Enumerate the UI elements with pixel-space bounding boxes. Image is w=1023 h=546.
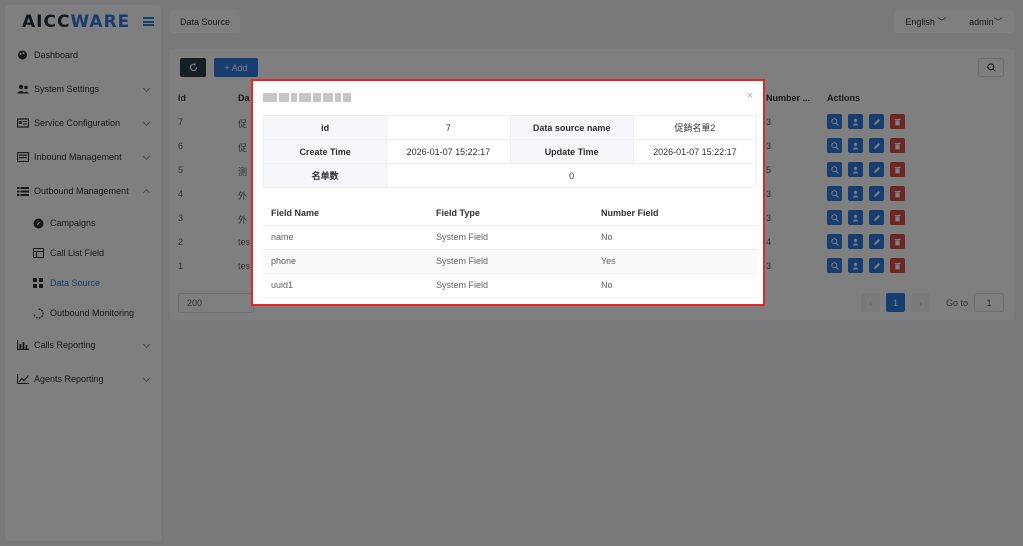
detail-label: Data source name <box>509 115 634 140</box>
table-cell: No <box>593 225 757 250</box>
table-row: phone System Field Yes <box>263 249 757 274</box>
table-cell: uuid1 <box>263 273 428 298</box>
table-cell: No <box>593 273 757 298</box>
detail-value: 促銷名單2 <box>632 115 758 140</box>
detail-value: 2026-01-07 15:22:17 <box>632 139 758 164</box>
table-cell: Yes <box>593 249 757 274</box>
detail-value: 7 <box>386 115 511 140</box>
column-header: Field Name <box>263 201 428 226</box>
table-cell: phone <box>263 249 428 274</box>
table-cell: name <box>263 225 428 250</box>
detail-label: id <box>262 115 388 140</box>
table-row: uuid1 System Field No <box>263 273 757 298</box>
close-icon[interactable]: × <box>747 90 753 102</box>
table-row: name System Field No <box>263 225 757 250</box>
table-cell: System Field <box>428 273 593 298</box>
column-header: Field Type <box>428 201 593 226</box>
data-source-detail-dialog: × id 7 Data source name 促銷名單2 Create Tim… <box>251 79 765 306</box>
fields-table: Field Name Field Type Number Field name … <box>263 201 757 298</box>
detail-label: Create Time <box>262 139 388 164</box>
details-table: id 7 Data source name 促銷名單2 Create Time … <box>262 115 758 188</box>
detail-value: 0 <box>386 163 757 188</box>
table-cell: System Field <box>428 225 593 250</box>
detail-label: Update Time <box>509 139 634 164</box>
detail-label: 名单数 <box>262 163 388 188</box>
dialog-title-redacted <box>263 93 351 103</box>
table-cell: System Field <box>428 249 593 274</box>
detail-value: 2026-01-07 15:22:17 <box>386 139 511 164</box>
column-header: Number Field <box>593 201 757 226</box>
